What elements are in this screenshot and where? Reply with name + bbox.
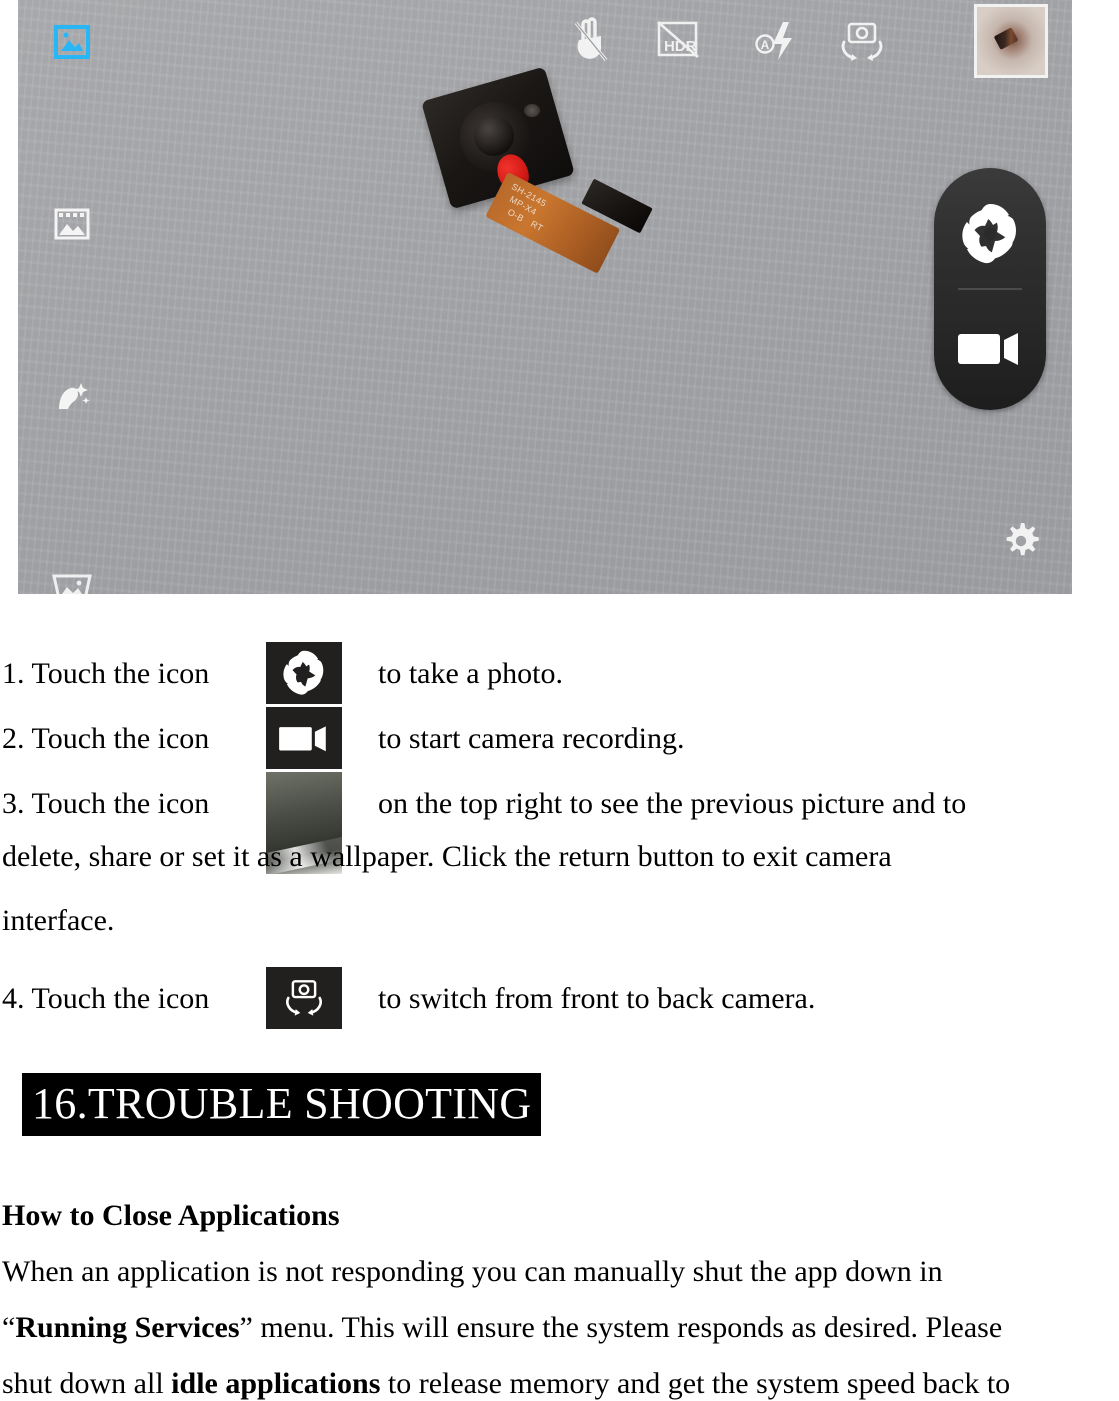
shutter-control-pill: [934, 168, 1046, 410]
mode-rail: [48, 0, 108, 594]
switch-camera-icon-inline: [266, 967, 342, 1029]
paragraph-3-run-2: to release memory and get the system spe…: [380, 1367, 1011, 1400]
photo-mode-icon[interactable]: [48, 18, 96, 66]
paragraph-line-1: When an application is not responding yo…: [2, 1255, 943, 1289]
gesture-shot-icon[interactable]: [563, 12, 621, 70]
svg-text:A: A: [761, 38, 770, 52]
hdr-icon[interactable]: HDR: [649, 12, 707, 70]
camera-preview-screenshot: SH-2145 MP-X4 O-B RT HDR A: [18, 0, 1072, 594]
wide-panorama-mode-icon[interactable]: [48, 566, 96, 594]
step-2-tail: to start camera recording.: [378, 722, 685, 755]
step-line-1: 1. Touch the icon to take a photo.: [0, 642, 1119, 706]
panorama-mode-icon[interactable]: [48, 200, 96, 248]
step-1-lead: 1. Touch the icon: [2, 657, 210, 690]
step-3-wrap-line-2: interface.: [2, 904, 115, 937]
module-lens-highlight: [524, 104, 540, 117]
shutter-icon: [266, 642, 342, 704]
shutter-button[interactable]: [934, 192, 1046, 276]
subheading-how-to-close-applications: How to Close Applications: [2, 1199, 340, 1232]
section-heading: 16.TROUBLE SHOOTING: [22, 1073, 542, 1137]
step-line-4: 4. Touch the icon to switch from front t…: [0, 967, 1119, 1031]
record-button[interactable]: [934, 308, 1046, 388]
step-3-wrap-line-1: delete, share or set it as a wallpaper. …: [2, 840, 892, 873]
beauty-mode-icon[interactable]: [48, 373, 96, 421]
flash-auto-icon[interactable]: A: [749, 12, 807, 70]
step-line-3: 3. Touch the icon on the top right to se…: [0, 772, 1119, 874]
step-3-tail: on the top right to see the previous pic…: [378, 787, 967, 820]
switch-camera-icon[interactable]: [833, 12, 891, 70]
paragraph-line-3: shut down all idle applications to relea…: [2, 1367, 1010, 1401]
step-4-tail: to switch from front to back camera.: [378, 982, 816, 1015]
paragraph-2-run-2: ” menu. This will ensure the system resp…: [239, 1311, 1003, 1344]
video-camera-icon: [266, 707, 342, 769]
thumbnail-subject: [993, 27, 1019, 51]
camera-top-toolbar: HDR A: [563, 12, 903, 74]
paragraph-3-run-0: shut down all: [2, 1367, 172, 1400]
paragraph-3-run-1: idle applications: [171, 1367, 381, 1400]
module-flex-label-3: RT: [528, 218, 545, 234]
paragraph-2-run-1: Running Services: [15, 1311, 240, 1344]
paragraph-2-run-0: “: [2, 1311, 16, 1344]
paragraph-line-2: “Running Services” menu. This will ensur…: [2, 1311, 1002, 1345]
camera-module-photo: SH-2145 MP-X4 O-B RT: [416, 66, 686, 286]
step-line-2: 2. Touch the icon to start camera record…: [0, 707, 1119, 771]
step-4-lead: 4. Touch the icon: [2, 982, 210, 1015]
step-3-lead: 3. Touch the icon: [2, 787, 210, 820]
step-2-lead: 2. Touch the icon: [2, 722, 210, 755]
settings-gear-icon[interactable]: [998, 518, 1044, 564]
pill-divider: [958, 288, 1022, 290]
paragraph-1-run-0: When an application is not responding yo…: [2, 1255, 943, 1288]
step-1-tail: to take a photo.: [378, 657, 563, 690]
module-lens-inner: [474, 116, 514, 156]
last-photo-thumbnail[interactable]: [974, 4, 1048, 78]
